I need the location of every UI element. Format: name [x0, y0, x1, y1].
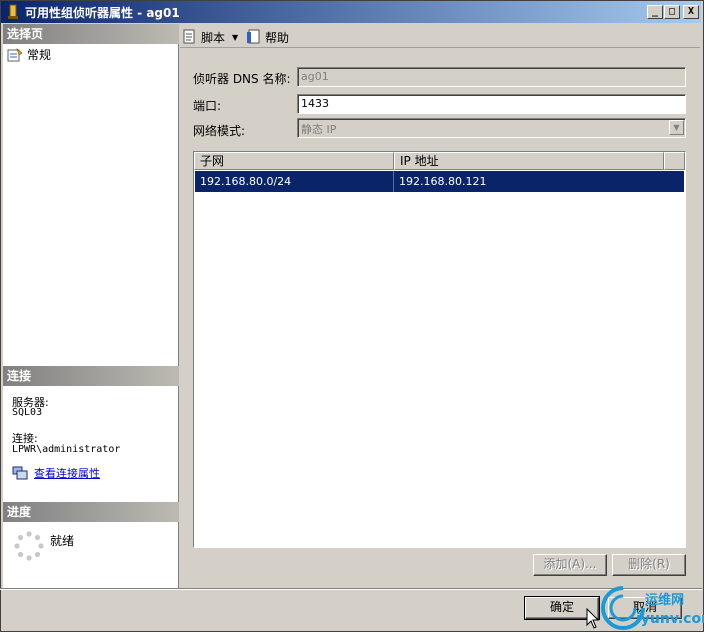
chevron-down-icon[interactable]: ▼ — [669, 120, 684, 135]
page-settings-icon — [7, 47, 23, 61]
help-icon — [247, 29, 260, 44]
maximize-button[interactable]: □ — [664, 5, 680, 19]
page-item-label: 常规 — [27, 48, 52, 62]
progress-status: 就绪 — [50, 534, 75, 548]
minimize-button[interactable]: _ — [647, 5, 663, 19]
toolbar: 脚本 ▼ 帮助 — [180, 24, 700, 48]
remove-button[interactable]: 删除(R) — [612, 554, 686, 576]
script-label: 脚本 — [201, 30, 226, 45]
left-pane: 选择页 常规 连接 服务器: SQL03 连接: LPWR\administra… — [3, 24, 179, 588]
title-bar[interactable]: 可用性组侦听器属性 - ag01 _ □ X — [1, 1, 701, 23]
network-mode-select[interactable]: 静态 IP ▼ — [297, 118, 686, 138]
connection-value: LPWR\administrator — [12, 444, 121, 455]
port-field[interactable]: 1433 — [297, 94, 686, 114]
column-header-subnet[interactable]: 子网 — [194, 152, 394, 170]
listener-icon — [8, 4, 18, 19]
toolbar-divider — [180, 47, 700, 48]
progress-spinner-icon — [14, 531, 44, 561]
column-header-filler — [664, 152, 685, 170]
dns-name-label: 侦听器 DNS 名称: — [193, 72, 291, 86]
server-value: SQL03 — [12, 407, 43, 418]
cell-ip-address[interactable]: 192.168.80.121 — [394, 171, 664, 192]
close-button[interactable]: X — [683, 5, 699, 19]
network-mode-value: 静态 IP — [301, 123, 337, 136]
watermark-url: iyunv.com — [636, 611, 704, 627]
help-button[interactable]: 帮助 — [246, 28, 289, 46]
window-title: 可用性组侦听器属性 - ag01 — [25, 6, 180, 20]
table-row[interactable]: 192.168.80.0/24 192.168.80.121 — [195, 171, 684, 192]
select-page-header: 选择页 — [3, 24, 179, 44]
help-label: 帮助 — [265, 30, 290, 45]
script-button[interactable]: 脚本 ▼ — [182, 28, 238, 46]
cell-subnet[interactable]: 192.168.80.0/24 — [195, 171, 394, 192]
script-icon — [183, 29, 195, 44]
footer-divider — [0, 588, 702, 590]
connection-properties-icon — [12, 466, 28, 480]
chevron-down-icon[interactable]: ▼ — [232, 33, 238, 42]
progress-header: 进度 — [3, 502, 179, 522]
view-connection-properties[interactable]: 查看连接属性 — [12, 465, 100, 481]
watermark-text: 运维网 — [645, 593, 685, 608]
connection-header: 连接 — [3, 366, 179, 386]
view-connection-link[interactable]: 查看连接属性 — [34, 465, 100, 481]
network-mode-label: 网络模式: — [193, 124, 246, 138]
port-label: 端口: — [193, 99, 222, 113]
subnet-ip-grid[interactable]: 子网 IP 地址 192.168.80.0/24 192.168.80.121 — [193, 151, 686, 548]
dns-name-field[interactable]: ag01 — [297, 67, 686, 87]
add-button[interactable]: 添加(A)... — [533, 554, 607, 576]
column-header-ip-address[interactable]: IP 地址 — [394, 152, 664, 170]
page-item-general[interactable]: 常规 — [7, 46, 51, 63]
